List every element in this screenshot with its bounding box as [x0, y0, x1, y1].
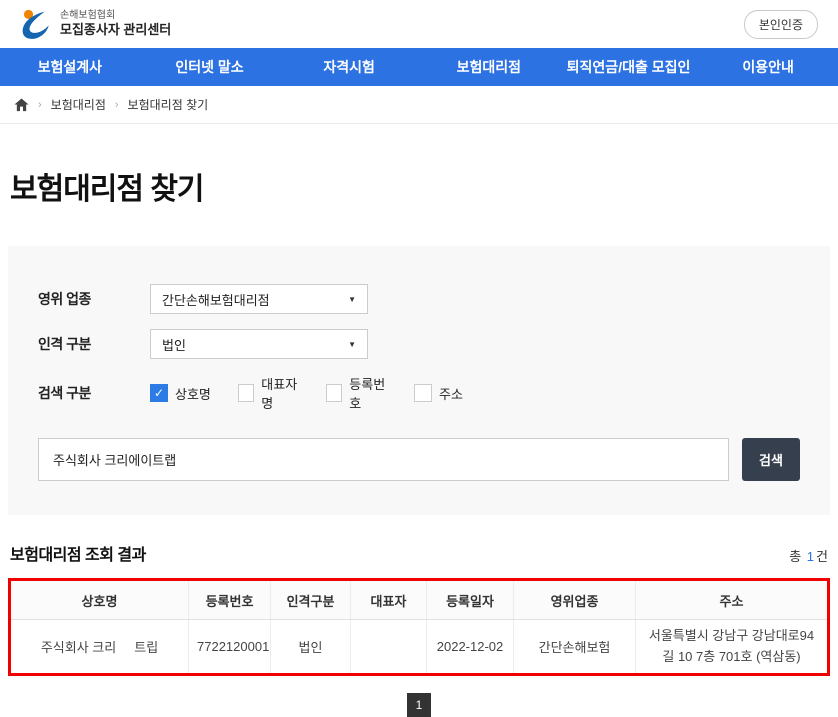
checkbox-address[interactable]: 주소	[414, 384, 480, 403]
results-table: 상호명 등록번호 인격구분 대표자 등록일자 영위업종 주소 주식회사 크리 트…	[8, 578, 830, 676]
nav-item-internet-cancel[interactable]: 인터넷 말소	[140, 57, 280, 77]
check-icon: ✓	[150, 384, 168, 402]
checkbox-representative-name[interactable]: 대표자명	[238, 374, 304, 412]
industry-select-value: 간단손해보험대리점	[162, 290, 270, 309]
nav-item-usage-guide[interactable]: 이용안내	[698, 57, 838, 77]
col-header-company-name: 상호명	[10, 580, 189, 620]
chevron-down-icon: ▼	[348, 340, 356, 349]
identity-verify-button[interactable]: 본인인증	[744, 10, 818, 39]
logo-org-text: 손해보험협회	[60, 10, 171, 23]
checkbox-company-name[interactable]: ✓ 상호명	[150, 384, 216, 403]
nav-item-pension-loan[interactable]: 퇴직연금/대출 모집인	[559, 57, 699, 77]
col-header-entity-type: 인격구분	[271, 580, 351, 620]
checkbox-empty-icon	[238, 384, 254, 402]
search-type-label: 검색 구분	[38, 383, 150, 403]
checkbox-registration-number[interactable]: 등록번호	[326, 374, 392, 412]
entity-type-select-value: 법인	[162, 335, 186, 354]
nav-item-qualification-exam[interactable]: 자격시험	[279, 57, 419, 77]
main-nav: 보험설계사 인터넷 말소 자격시험 보험대리점 퇴직연금/대출 모집인 이용안내	[0, 48, 838, 86]
entity-type-select[interactable]: 법인 ▼	[150, 329, 368, 359]
pagination-page-1[interactable]: 1	[407, 693, 431, 717]
breadcrumb-separator: ›	[115, 99, 119, 111]
cell-registration-date: 2022-12-02	[427, 620, 514, 675]
site-logo[interactable]: 손해보험협회 모집종사자 관리센터	[16, 8, 171, 41]
cell-entity-type: 법인	[271, 620, 351, 675]
search-panel: 영위 업종 간단손해보험대리점 ▼ 인격 구분 법인 ▼ 검색 구분 ✓ 상호명	[8, 246, 830, 515]
checkbox-empty-icon	[414, 384, 432, 402]
col-header-representative: 대표자	[351, 580, 427, 620]
table-header-row: 상호명 등록번호 인격구분 대표자 등록일자 영위업종 주소	[10, 580, 829, 620]
table-row: 주식회사 크리 트립 7722120001 법인 2022-12-02 간단손해…	[10, 620, 829, 675]
logo-center-text: 모집종사자 관리센터	[60, 22, 171, 38]
col-header-address: 주소	[636, 580, 829, 620]
checkbox-empty-icon	[326, 384, 342, 402]
col-header-business-type: 영위업종	[514, 580, 636, 620]
top-header: 손해보험협회 모집종사자 관리센터 본인인증	[0, 0, 838, 48]
results-total-count: 총 1건	[789, 546, 828, 565]
chevron-down-icon: ▼	[348, 295, 356, 304]
cell-registration-number: 7722120001	[189, 620, 271, 675]
industry-label: 영위 업종	[38, 289, 150, 309]
col-header-registration-number: 등록번호	[189, 580, 271, 620]
home-icon[interactable]	[14, 98, 29, 112]
breadcrumb-level1[interactable]: 보험대리점	[51, 96, 106, 113]
entity-type-label: 인격 구분	[38, 334, 150, 354]
pagination: 1	[8, 693, 830, 717]
nav-item-insurance-planner[interactable]: 보험설계사	[0, 57, 140, 77]
results-title: 보험대리점 조회 결과	[10, 541, 146, 565]
page-title: 보험대리점 찾기	[10, 164, 828, 208]
cell-company-name: 주식회사 크리 트립	[10, 620, 189, 675]
industry-select[interactable]: 간단손해보험대리점 ▼	[150, 284, 368, 314]
cell-business-type: 간단손해보험	[514, 620, 636, 675]
search-button[interactable]: 검색	[742, 438, 800, 481]
logo-icon	[16, 8, 53, 41]
col-header-registration-date: 등록일자	[427, 580, 514, 620]
cell-representative	[351, 620, 427, 675]
breadcrumb-separator: ›	[38, 99, 42, 111]
breadcrumb-level2[interactable]: 보험대리점 찾기	[128, 96, 209, 113]
nav-item-insurance-agency[interactable]: 보험대리점	[419, 57, 559, 77]
cell-address: 서울특별시 강남구 강남대로94길 10 7층 701호 (역삼동)	[636, 620, 829, 675]
keyword-input[interactable]	[38, 438, 729, 481]
breadcrumb: › 보험대리점 › 보험대리점 찾기	[0, 86, 838, 124]
